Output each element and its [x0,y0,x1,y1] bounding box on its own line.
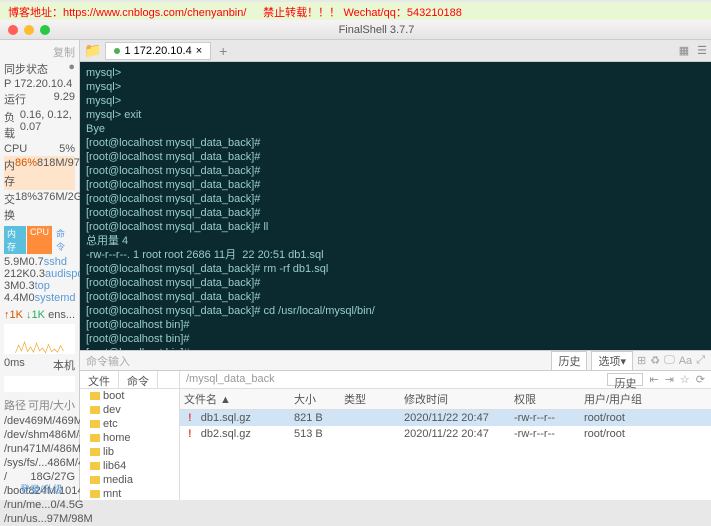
tool-icon[interactable]: ⊞ [637,354,646,367]
terminal-line: Bye [86,122,705,136]
sidebar: 复制 同步状态● P 172.20.10.4 运行9.29 负载0.16, 0.… [0,40,80,500]
disk-row: /run471M/486M [4,442,75,456]
window-title: FinalShell 3.7.7 [50,24,703,36]
terminal-line: [root@localhost mysql_data_back]# [86,276,705,290]
login-link[interactable]: 登录/升级 [20,481,63,496]
terminal[interactable]: mysql>mysql>mysql>mysql> exitBye[root@lo… [80,62,711,350]
file-list-header[interactable]: 文件名 ▲ 大小 类型 修改时间 权限 用户/用户组 [180,389,711,410]
process-list: 5.9M0.7sshd212K0.3audispd3M0.3top4.4M0sy… [4,256,75,304]
sidebar-tabs[interactable]: 内存 CPU 命令 [4,226,75,254]
tree-item[interactable]: lib [80,445,179,459]
session-tab[interactable]: 1 172.20.10.4 × [105,42,211,60]
maximize-icon[interactable] [40,25,50,35]
terminal-line: mysql> exit [86,108,705,122]
terminal-line: mysql> [86,66,705,80]
terminal-line: [root@localhost bin]# [86,332,705,346]
list-icon[interactable]: ☰ [697,44,707,57]
terminal-line: [root@localhost mysql_data_back]# [86,164,705,178]
tool-icon[interactable]: Aa [679,355,692,367]
traffic-lights[interactable] [8,25,50,35]
close-tab-icon[interactable]: × [196,45,202,57]
terminal-line: 总用量 4 [86,234,705,248]
tree-item[interactable]: boot [80,389,179,403]
tool-icon[interactable]: ♻ [650,354,660,367]
close-icon[interactable] [8,25,18,35]
terminal-line: [root@localhost mysql_data_back]# rm -rf… [86,262,705,276]
tool-icon[interactable]: 🖵 [664,354,675,367]
watermark-bar: 博客地址：https://www.cnblogs.com/chenyanbin/… [0,2,711,20]
tree-item[interactable]: etc [80,417,179,431]
disk-row: /run/me...0/4.5G [4,498,75,512]
refresh-icon[interactable]: ⟳ [696,373,705,386]
process-row: 5.9M0.7sshd [4,256,75,268]
process-row: 3M0.3top [4,280,75,292]
star-icon[interactable]: ☆ [680,373,690,386]
disk-row: /run/us...97M/98M [4,512,75,526]
latency-sparkline [4,376,75,392]
terminal-line: [root@localhost mysql_data_back]# [86,192,705,206]
minimize-icon[interactable] [24,25,34,35]
tree-item[interactable]: media [80,473,179,487]
nav-icon[interactable]: ⇥ [665,373,674,386]
terminal-line: [root@localhost bin]# [86,346,705,350]
file-row[interactable]: ! db1.sql.gz821 B2020/11/22 20:47-rw-r--… [180,410,711,426]
folder-icon[interactable]: 📁 [84,42,101,59]
ip-label: P 172.20.10.4 [4,78,75,90]
disk-row: /dev469M/469M [4,414,75,428]
file-tree[interactable]: 文件 命令 bootdevetchomeliblib64mediamntmysq… [80,371,180,500]
path-display[interactable]: /mysql_data_back [186,373,275,386]
tab-command[interactable]: 命令 [119,371,158,388]
window-titlebar: FinalShell 3.7.7 [0,20,711,40]
disk-table: 路径可用/大小 /dev469M/469M/dev/shm486M/486M/r… [4,396,75,526]
terminal-line: [root@localhost mysql_data_back]# [86,150,705,164]
tool-icon[interactable]: ⤢ [696,354,705,367]
grid-icon[interactable]: ▦ [679,44,689,57]
terminal-line: mysql> [86,80,705,94]
terminal-footer: 命令输入 历史 选项▾ ⊞ ♻ 🖵 Aa ⤢ [80,350,711,370]
terminal-line: [root@localhost mysql_data_back]# [86,136,705,150]
file-row[interactable]: ! db2.sql.gz513 B2020/11/22 20:47-rw-r--… [180,426,711,442]
terminal-line: [root@localhost mysql_data_back]# cd /us… [86,304,705,318]
tree-item[interactable]: home [80,431,179,445]
blog-link[interactable]: https://www.cnblogs.com/chenyanbin/ [63,7,246,19]
command-input-hint[interactable]: 命令输入 [86,353,130,369]
terminal-line: [root@localhost mysql_data_back]# ll [86,220,705,234]
add-tab-icon[interactable]: + [215,43,231,59]
file-panel: 文件 命令 bootdevetchomeliblib64mediamntmysq… [80,370,711,500]
options-button[interactable]: 选项▾ [591,351,633,371]
tree-item[interactable]: mnt [80,487,179,500]
terminal-line: mysql> [86,94,705,108]
tree-item[interactable]: dev [80,403,179,417]
copy-label: 复制 [4,44,75,60]
network-sparkline [4,324,75,354]
process-row: 212K0.3audispd [4,268,75,280]
history-button[interactable]: 历史 [607,373,643,386]
sync-label: 同步状态 [4,61,48,77]
tree-item[interactable]: lib64 [80,459,179,473]
session-tabbar: 📁 1 172.20.10.4 × + ▦ ☰ [80,40,711,62]
history-button[interactable]: 历史 [551,351,587,371]
tab-file[interactable]: 文件 [80,371,119,388]
disk-row: /sys/fs/...486M/486M [4,456,75,470]
status-dot-icon [114,48,120,54]
nav-icon[interactable]: ⇤ [649,373,658,386]
process-row: 4.4M0systemd [4,292,75,304]
terminal-line: [root@localhost mysql_data_back]# [86,178,705,192]
terminal-line: [root@localhost mysql_data_back]# [86,290,705,304]
file-list: /mysql_data_back 历史 ⇤ ⇥ ☆ ⟳ 文件名 ▲ 大小 类型 … [180,371,711,500]
disk-row: /dev/shm486M/486M [4,428,75,442]
terminal-line: -rw-r--r--. 1 root root 2686 11月 22 20:5… [86,248,705,262]
terminal-line: [root@localhost bin]# [86,318,705,332]
terminal-line: [root@localhost mysql_data_back]# [86,206,705,220]
